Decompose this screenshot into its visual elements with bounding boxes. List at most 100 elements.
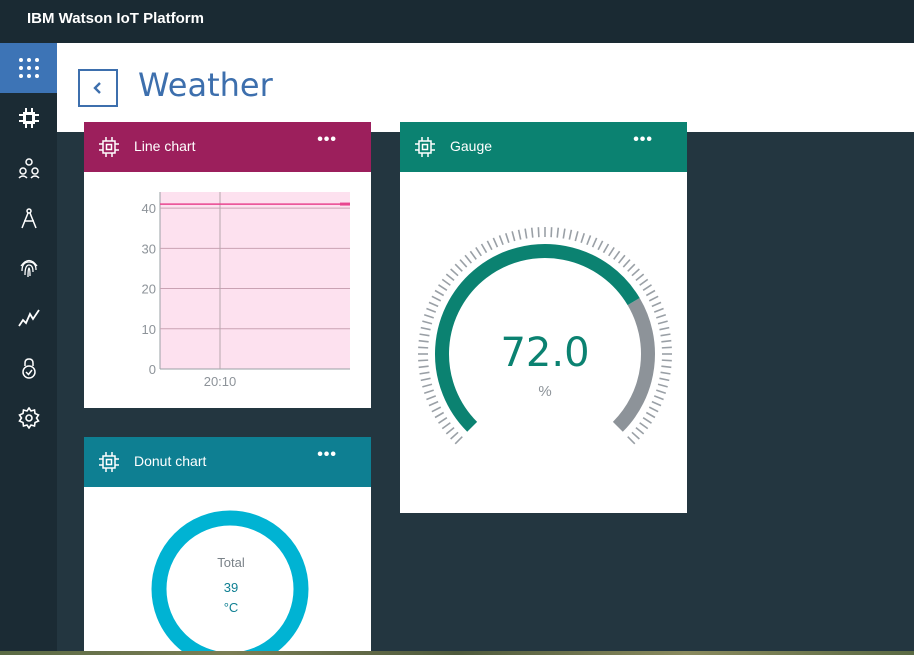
gauge-tick (434, 411, 445, 419)
gauge-tick (431, 406, 442, 413)
gauge-tick (602, 243, 610, 254)
chip-icon (415, 137, 435, 157)
gauge-tick (464, 254, 472, 264)
gauge-tick (517, 229, 522, 240)
gauge-tick (642, 284, 652, 291)
members-icon (17, 158, 40, 179)
sidebar-item-devices[interactable] (0, 93, 57, 143)
y-tick-label: 10 (142, 322, 156, 337)
gauge-tick (648, 406, 659, 413)
gauge-tick (661, 339, 672, 343)
gauge-chart: 72.0% (418, 227, 672, 445)
gauge-tick (651, 301, 662, 308)
line-chart-card: Line chart ••• 0 10 20 30 40 20:10 (84, 122, 371, 408)
app-title: IBM Watson IoT Platform (27, 10, 204, 27)
gauge-tick (660, 333, 671, 337)
gauge-tick (418, 339, 429, 343)
gauge-tick (562, 228, 566, 239)
gauge-tick (423, 389, 434, 395)
gauge-tick (627, 436, 636, 445)
gauge-tick (631, 431, 640, 440)
gauge-tick (441, 278, 451, 286)
gauge-tick (434, 289, 445, 297)
donut-unit: °C (224, 600, 239, 615)
sidebar-item-analytics[interactable] (0, 293, 57, 343)
card-header: Gauge ••• (400, 122, 687, 172)
sidebar-item-apps[interactable] (0, 43, 57, 93)
gauge-tick (498, 235, 504, 246)
back-button[interactable] (78, 69, 118, 107)
sidebar-item-settings[interactable] (0, 393, 57, 443)
gauge-tick (635, 273, 645, 281)
line-chart: 0 10 20 30 40 20:10 (142, 192, 350, 389)
chip-icon (99, 137, 119, 157)
gauge-tick (445, 427, 455, 435)
gauge-tick (428, 400, 439, 407)
gauge-tick (556, 227, 560, 238)
donut-total-value: 39 (224, 580, 238, 595)
gauge-tick (454, 263, 463, 272)
gauge-tick (480, 243, 488, 254)
gauge-tick (504, 232, 510, 243)
chevron-left-icon (93, 82, 101, 94)
gauge-tick (631, 268, 640, 277)
card-header: Donut chart ••• (84, 437, 371, 487)
gauge-tick (635, 427, 645, 435)
gauge-tick (418, 365, 429, 369)
gauge-tick (426, 395, 437, 401)
gauge-tick (420, 326, 431, 331)
sidebar-item-lock[interactable] (0, 343, 57, 393)
donut-total-label: Total (217, 555, 245, 570)
gauge-tick (613, 250, 621, 260)
gauge-card: Gauge ••• 72.0% (400, 122, 687, 513)
sidebar-item-members[interactable] (0, 143, 57, 193)
gauge-tick (450, 431, 459, 440)
gauge-tick (622, 259, 631, 268)
gauge-tick (648, 295, 659, 302)
gauge-tick (659, 326, 670, 331)
page-header: Weather (57, 43, 914, 132)
gauge-tick (618, 254, 626, 264)
card-menu-button[interactable]: ••• (317, 446, 337, 464)
gauge-tick (441, 422, 451, 430)
sidebar-item-rules[interactable] (0, 193, 57, 243)
sidebar-item-security[interactable] (0, 243, 57, 293)
desktop-strip (0, 651, 914, 655)
gauge-tick (454, 436, 463, 445)
gauge-tick (586, 235, 592, 246)
card-title: Donut chart (134, 453, 207, 469)
gauge-tick (661, 346, 672, 349)
gauge-tick (524, 228, 528, 239)
card-menu-button[interactable]: ••• (633, 131, 653, 149)
gauge-tick (639, 278, 649, 286)
sidebar (0, 43, 57, 655)
gauge-tick (651, 400, 662, 407)
gauge-tick (653, 395, 664, 401)
gauge-tick (469, 250, 477, 260)
page-title: Weather (138, 66, 273, 104)
y-tick-label: 0 (149, 362, 156, 377)
gauge-tick (486, 240, 493, 251)
card-menu-button[interactable]: ••• (317, 131, 337, 149)
gauge-tick (450, 268, 459, 277)
gauge-tick (550, 227, 553, 238)
analytics-icon (17, 309, 40, 327)
fingerprint-icon (19, 259, 38, 278)
lock-icon (21, 358, 36, 379)
donut-chart-card: Donut chart ••• Total 39 °C (84, 437, 371, 651)
gauge-tick (661, 359, 672, 362)
gauge-tick (597, 240, 604, 251)
gauge-tick (428, 301, 439, 308)
gauge-tick (419, 371, 430, 375)
gauge-tick (438, 284, 448, 291)
gauge-remaining-arc (612, 298, 655, 432)
gauge-tick (492, 237, 499, 248)
gauge-tick (426, 307, 437, 313)
gauge-tick (653, 307, 664, 313)
gauge-tick (660, 371, 671, 375)
gauge-tick (475, 247, 482, 257)
gauge-tick (656, 313, 667, 319)
compass-icon (20, 208, 37, 229)
card-title: Gauge (450, 138, 493, 154)
gauge-tick (627, 263, 636, 272)
